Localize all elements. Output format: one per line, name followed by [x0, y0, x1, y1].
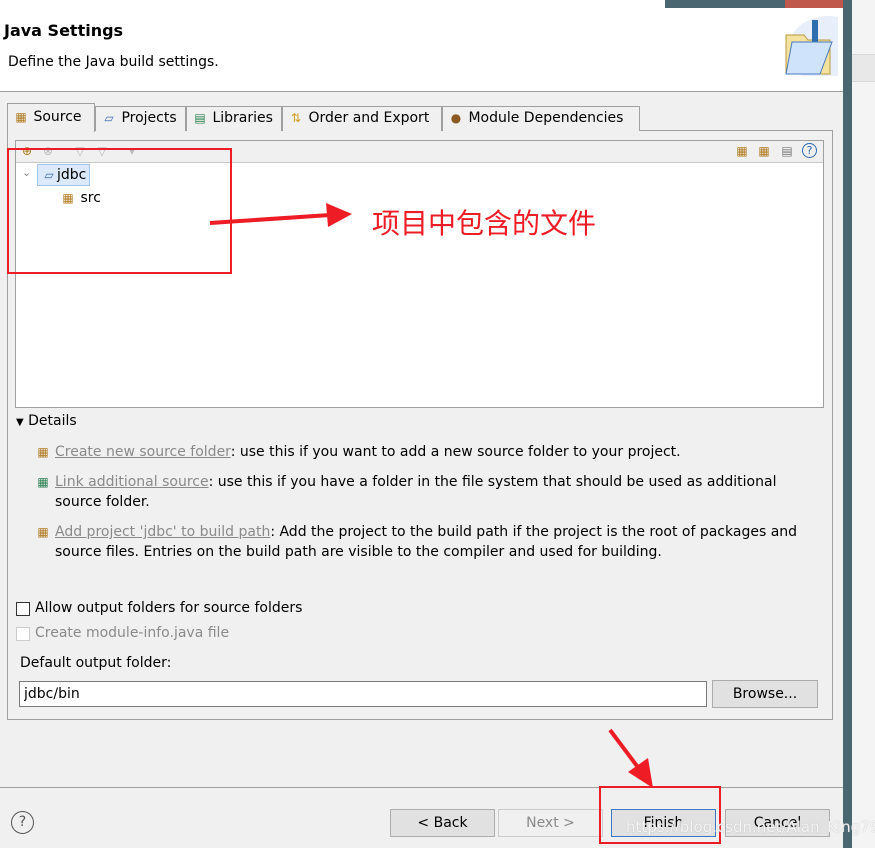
- background-band: [852, 54, 875, 82]
- remove-icon[interactable]: ▤: [779, 144, 795, 158]
- project-folder-icon: ▱: [104, 111, 114, 125]
- background-window: [852, 0, 875, 848]
- create-source-folder-link[interactable]: Create new source folder: [55, 444, 231, 460]
- tab-label: Source: [33, 109, 82, 125]
- tab-label: Libraries: [212, 110, 273, 126]
- tab-label: Order and Export: [308, 110, 430, 126]
- new-source-folder-icon[interactable]: ▦: [756, 144, 772, 158]
- link-source-icon: ▦: [37, 475, 49, 489]
- page-subtitle: Define the Java build settings.: [8, 54, 219, 70]
- detail-link-source: Link additional source: use this if you …: [55, 472, 815, 512]
- window-border: [843, 0, 852, 848]
- order-export-icon: ⇅: [290, 111, 302, 125]
- details-label: Details: [28, 413, 77, 429]
- detail-text: : use this if you want to add a new sour…: [230, 444, 681, 460]
- add-project-build-path-link[interactable]: Add project 'jdbc' to build path: [55, 524, 270, 540]
- tab-source[interactable]: ▦ Source: [7, 103, 95, 132]
- browse-button[interactable]: Browse...: [712, 680, 818, 708]
- tab-libraries[interactable]: ▤ Libraries: [186, 106, 282, 131]
- details-toggle[interactable]: ▼ Details: [16, 413, 77, 429]
- help-icon[interactable]: ?: [11, 811, 34, 834]
- link-additional-source-link[interactable]: Link additional source: [55, 474, 209, 490]
- back-button[interactable]: < Back: [390, 809, 495, 837]
- new-source-folder-icon: ▦: [37, 445, 49, 459]
- output-folder-input[interactable]: [19, 681, 707, 707]
- wizard-header: Java Settings Define the Java build sett…: [0, 0, 843, 92]
- collapse-triangle-icon: ▼: [16, 417, 24, 428]
- source-folder-icon: ▦: [15, 110, 27, 124]
- tab-label: Module Dependencies: [468, 110, 624, 126]
- java-folder-icon: [785, 16, 838, 76]
- module-info-checkbox: [16, 627, 30, 641]
- output-folder-label: Default output folder:: [20, 655, 172, 671]
- page-title: Java Settings: [4, 21, 124, 40]
- annotation-arrow-finish: [608, 728, 642, 772]
- detail-add-project: Add project 'jdbc' to build path: Add th…: [55, 522, 815, 562]
- next-button: Next >: [498, 809, 603, 837]
- annotation-box-tree: [7, 148, 232, 274]
- link-source-icon[interactable]: ▦: [734, 144, 750, 158]
- libraries-icon: ▤: [194, 111, 206, 125]
- tab-module-dependencies[interactable]: ● Module Dependencies: [442, 106, 640, 131]
- allow-output-label: Allow output folders for source folders: [35, 600, 303, 616]
- detail-create-source: Create new source folder: use this if yo…: [55, 442, 815, 462]
- annotation-text: 项目中包含的文件: [372, 207, 597, 240]
- watermark: https://blog.csdn.net/Alan_King79: [626, 818, 875, 836]
- module-info-label: Create module-info.java file: [35, 625, 230, 641]
- tab-projects[interactable]: ▱ Projects: [95, 106, 186, 131]
- tab-order-and-export[interactable]: ⇅ Order and Export: [282, 106, 442, 131]
- close-strip: [785, 0, 843, 8]
- allow-output-checkbox[interactable]: [16, 602, 30, 616]
- add-project-icon: ▦: [37, 525, 49, 539]
- help-icon[interactable]: ?: [802, 143, 817, 158]
- arrow-head: [628, 758, 653, 788]
- tab-label: Projects: [121, 110, 177, 126]
- module-icon: ●: [450, 111, 462, 125]
